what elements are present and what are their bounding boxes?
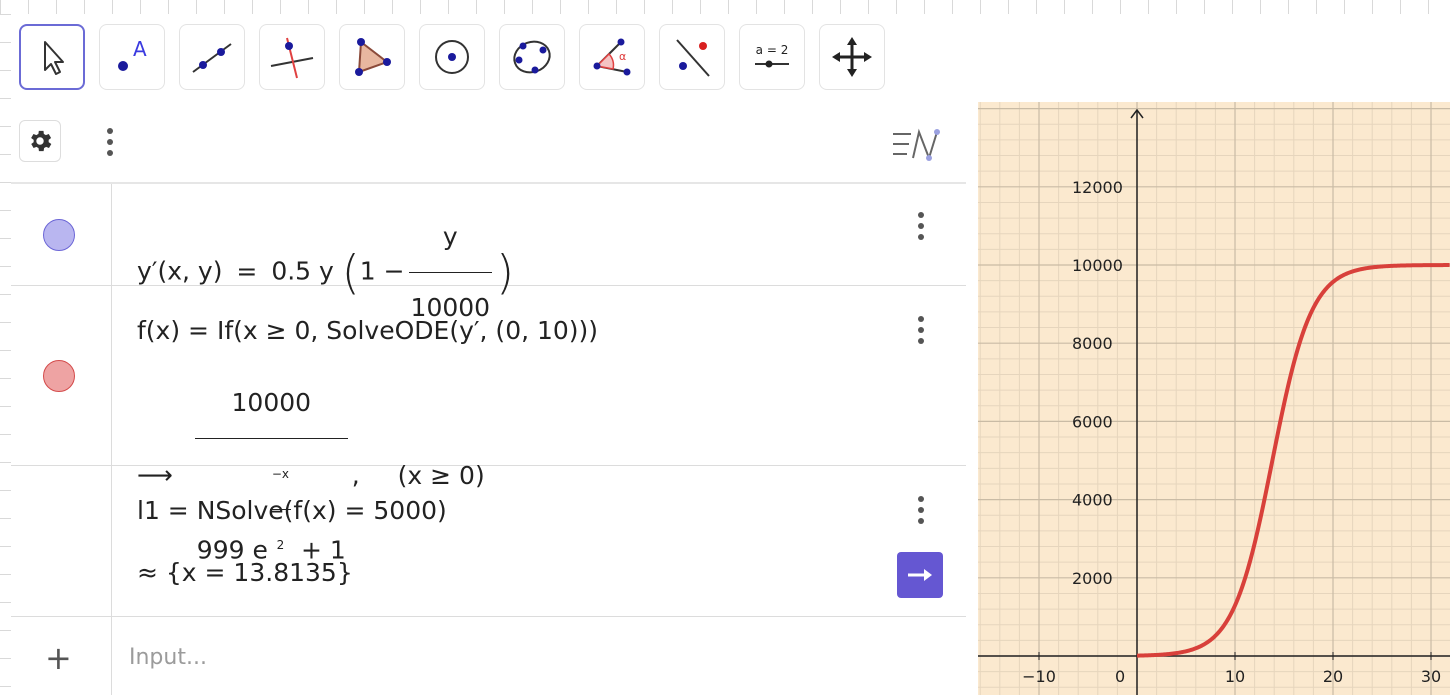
slider-tool-label: a = 2 bbox=[756, 43, 789, 57]
reflect-tool-button[interactable] bbox=[659, 24, 725, 90]
angle-tool-label: α bbox=[619, 50, 626, 63]
move-graphics-tool-button[interactable] bbox=[819, 24, 885, 90]
numeric-output-toggle-button[interactable] bbox=[897, 552, 943, 598]
y-tick-label: 6000 bbox=[1072, 412, 1113, 431]
x-tick-label: 0 bbox=[1115, 667, 1125, 686]
gear-icon bbox=[31, 130, 52, 152]
algebra-description-toggle-icon[interactable] bbox=[889, 124, 949, 164]
x-tick-label: 10 bbox=[1225, 667, 1245, 686]
plus-icon[interactable]: + bbox=[45, 639, 72, 677]
conic-icon bbox=[513, 40, 551, 74]
y-tick-label: 12000 bbox=[1072, 178, 1123, 197]
move-tool-button[interactable] bbox=[19, 24, 85, 90]
graphics-canvas[interactable]: 12000 10000 8000 6000 4000 2000 −10 0 10 20 30 bbox=[978, 102, 1450, 695]
nsolve-definition: l1 = NSolve(f(x) = 5000) bbox=[137, 496, 447, 525]
derivative-equation: y′(x, y) = 0.5 y (1 − y 10000) bbox=[137, 202, 514, 322]
one-minus: 1 − bbox=[359, 256, 405, 286]
line-icon bbox=[192, 43, 232, 73]
background-grid-strip bbox=[0, 0, 1450, 15]
major-grid bbox=[978, 102, 1450, 695]
numerator: y bbox=[442, 222, 458, 251]
algebra-row-function[interactable]: f(x) = If(x ≥ 0, SolveODE(y′, (0, 10))) … bbox=[11, 286, 966, 564]
algebra-menu-icon[interactable] bbox=[107, 128, 113, 156]
point-tool-button[interactable]: A bbox=[99, 24, 165, 90]
polygon-icon bbox=[355, 38, 391, 76]
y-tick-label: 8000 bbox=[1072, 334, 1113, 353]
visibility-toggle-dot[interactable] bbox=[43, 219, 75, 251]
algebra-view: y′(x, y) = 0.5 y (1 − y 10000) f(x) = If(x… bbox=[11, 102, 967, 695]
y-tick-label: 10000 bbox=[1072, 256, 1123, 275]
slider-tool-button[interactable]: a = 2 bbox=[739, 24, 805, 90]
visibility-column bbox=[11, 184, 112, 285]
polygon-tool-button[interactable] bbox=[339, 24, 405, 90]
visibility-column bbox=[11, 286, 112, 465]
numerator: 10000 bbox=[231, 388, 312, 417]
minor-grid bbox=[978, 102, 1450, 695]
nsolve-result: ≈ {x = 13.8135} bbox=[137, 558, 353, 587]
row-menu-icon[interactable] bbox=[918, 316, 924, 344]
arrow-cursor-icon bbox=[44, 41, 64, 75]
x-tick-labels: −10 0 10 20 30 bbox=[1022, 652, 1441, 686]
y-tick-label: 4000 bbox=[1072, 491, 1113, 510]
line-tool-button[interactable] bbox=[179, 24, 245, 90]
algebra-input-row[interactable]: + Input... bbox=[11, 617, 966, 695]
toolbar: A α a = 2 bbox=[11, 14, 1450, 102]
move-arrows-icon bbox=[832, 37, 872, 77]
equals-sign: = bbox=[236, 256, 258, 286]
input-bar[interactable]: Input... bbox=[129, 645, 207, 670]
y-tick-label: 2000 bbox=[1072, 569, 1113, 588]
x-tick-label: −10 bbox=[1022, 667, 1056, 686]
angle-tool-button[interactable]: α bbox=[579, 24, 645, 90]
reflect-icon bbox=[676, 39, 710, 77]
conic-tool-button[interactable] bbox=[499, 24, 565, 90]
add-column: + bbox=[11, 617, 112, 695]
row-menu-icon[interactable] bbox=[918, 212, 924, 240]
visibility-toggle-dot[interactable] bbox=[43, 360, 75, 392]
algebra-row-nsolve[interactable]: l1 = NSolve(f(x) = 5000) ≈ {x = 13.8135} bbox=[11, 466, 966, 617]
perpendicular-line-icon bbox=[270, 37, 314, 79]
arrow-right-icon bbox=[908, 569, 932, 581]
view-separator[interactable] bbox=[966, 102, 978, 695]
graphics-view[interactable]: 12000 10000 8000 6000 4000 2000 −10 0 10 20 30 bbox=[978, 102, 1450, 695]
function-output: ⟶ 10000 999 e −x 2 + 1 , (x ≥ 0) bbox=[137, 368, 485, 564]
equation-lhs: y′(x, y) bbox=[137, 256, 223, 286]
background-grid-edge bbox=[0, 14, 11, 695]
point-tool-label: A bbox=[133, 37, 147, 61]
angle-icon: α bbox=[593, 38, 631, 76]
settings-button[interactable] bbox=[19, 120, 61, 162]
point-icon: A bbox=[118, 37, 147, 71]
x-tick-label: 20 bbox=[1323, 667, 1343, 686]
circle-center-icon bbox=[435, 40, 469, 74]
circle-tool-button[interactable] bbox=[419, 24, 485, 90]
x-tick-label: 30 bbox=[1421, 667, 1441, 686]
perpendicular-line-tool-button[interactable] bbox=[259, 24, 325, 90]
row-menu-icon[interactable] bbox=[918, 496, 924, 524]
algebra-row-derivative[interactable]: y′(x, y) = 0.5 y (1 − y 10000) bbox=[11, 184, 966, 322]
visibility-column bbox=[11, 466, 112, 616]
algebra-header bbox=[11, 102, 966, 184]
slider-icon: a = 2 bbox=[755, 43, 789, 68]
coefficient: 0.5 y bbox=[271, 256, 334, 286]
function-definition: f(x) = If(x ≥ 0, SolveODE(y′, (0, 10))) bbox=[137, 316, 599, 345]
